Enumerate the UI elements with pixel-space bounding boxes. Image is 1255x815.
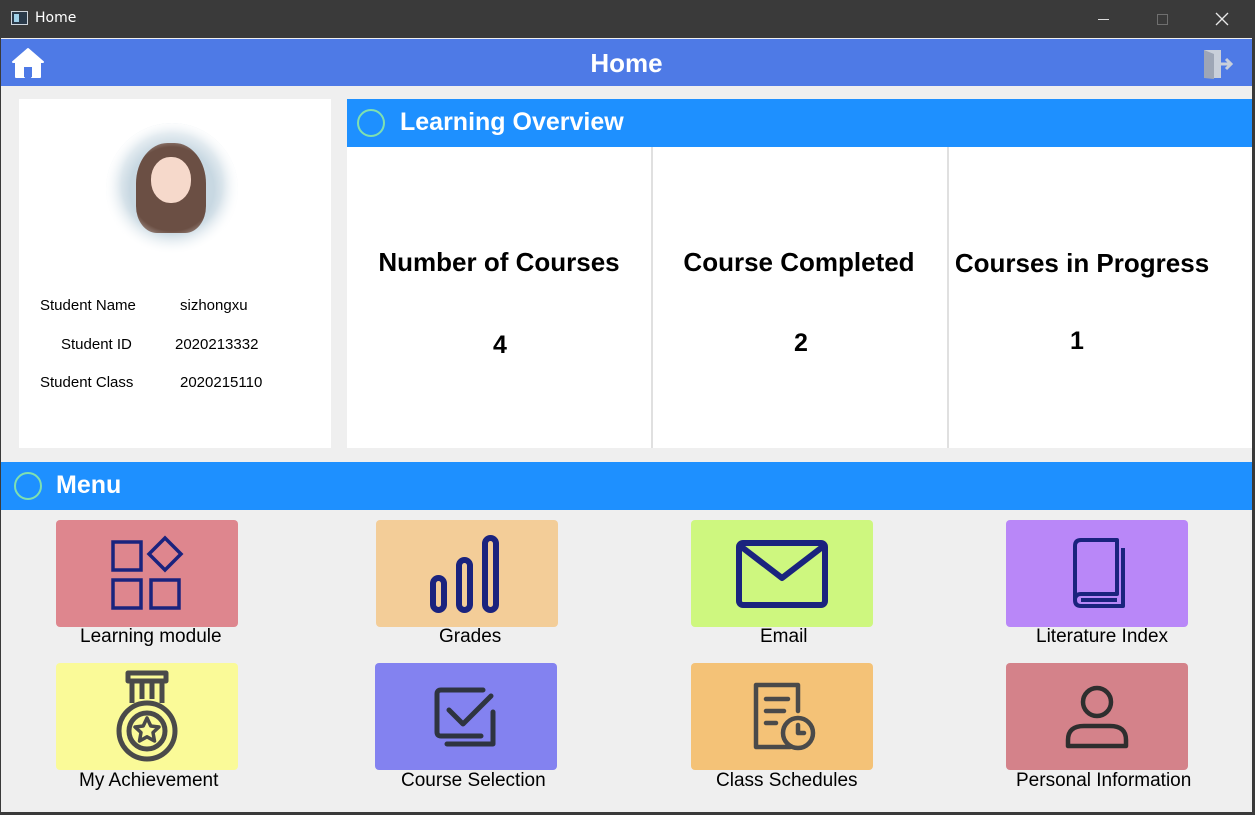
page-title: Home xyxy=(590,48,663,78)
stat-value-completed: 2 xyxy=(794,329,808,357)
menu-label-literature-index[interactable]: Literature Index xyxy=(1036,626,1168,648)
header-bar: Home xyxy=(1,39,1252,86)
menu-tile-course-selection[interactable] xyxy=(375,663,557,770)
stat-label-courses: Number of Courses xyxy=(378,247,620,277)
circle-icon xyxy=(14,472,42,500)
menu-label-grades[interactable]: Grades xyxy=(439,626,501,648)
student-class-label: Student Class xyxy=(40,374,134,391)
menu-tile-personal-information[interactable] xyxy=(1006,663,1188,770)
menu-label-email[interactable]: Email xyxy=(760,626,808,648)
stat-divider xyxy=(947,147,949,448)
student-name-value: sizhongxu xyxy=(180,297,248,314)
menu-tile-grades[interactable] xyxy=(376,520,558,627)
menu-label-my-achievement[interactable]: My Achievement xyxy=(79,770,218,792)
student-id-value: 2020213332 xyxy=(175,336,259,353)
book-icon xyxy=(1073,537,1125,608)
overview-title: Learning Overview xyxy=(400,108,624,136)
menu-header: Menu xyxy=(1,462,1252,510)
medal-icon xyxy=(116,670,178,761)
bar-chart-icon xyxy=(430,534,499,613)
close-icon xyxy=(1215,12,1228,26)
menu-tile-class-schedules[interactable] xyxy=(691,663,873,770)
menu-tile-my-achievement[interactable] xyxy=(56,663,238,770)
menu-title: Menu xyxy=(56,471,122,499)
exit-door-icon xyxy=(1204,50,1234,79)
circle-icon xyxy=(357,109,385,137)
student-name-label: Student Name xyxy=(40,297,136,314)
student-class-value: 2020215110 xyxy=(180,374,263,391)
student-id-label: Student ID xyxy=(61,336,132,353)
app-icon xyxy=(11,11,28,25)
maximize-button[interactable] xyxy=(1133,0,1192,38)
menu-label-learning-module[interactable]: Learning module xyxy=(80,626,222,648)
close-button[interactable] xyxy=(1192,0,1251,38)
schedule-icon xyxy=(753,682,816,750)
minimize-icon xyxy=(1098,18,1109,20)
user-icon xyxy=(1065,685,1129,748)
stat-divider xyxy=(651,147,653,448)
maximize-icon xyxy=(1157,13,1168,25)
avatar xyxy=(106,123,238,255)
main-window: Home Student Name sizhongxu Student ID 2… xyxy=(1,38,1252,812)
stat-label-in-progress: Courses in Progress xyxy=(954,248,1210,278)
menu-label-class-schedules[interactable]: Class Schedules xyxy=(716,770,858,792)
menu-label-course-selection[interactable]: Course Selection xyxy=(401,770,546,792)
student-card: Student Name sizhongxu Student ID 202021… xyxy=(19,99,331,448)
menu-tile-learning-module[interactable] xyxy=(56,520,238,627)
overview-header: Learning Overview xyxy=(347,99,1252,147)
menu-label-personal-information[interactable]: Personal Information xyxy=(1016,770,1191,792)
overview-stats: Number of Courses 4 Course Completed 2 C… xyxy=(347,147,1252,448)
window-titlebar: Home xyxy=(0,0,1255,38)
stat-value-in-progress: 1 xyxy=(1070,327,1084,355)
stat-value-courses: 4 xyxy=(493,331,507,359)
menu-tile-literature-index[interactable] xyxy=(1006,520,1188,627)
grid-icon xyxy=(111,535,184,610)
stat-label-completed: Course Completed xyxy=(683,247,915,277)
envelope-icon xyxy=(736,539,828,608)
minimize-button[interactable] xyxy=(1074,0,1133,38)
checkbox-icon xyxy=(434,687,496,746)
window-title: Home xyxy=(35,10,77,26)
menu-tile-email[interactable] xyxy=(691,520,873,627)
logout-button[interactable] xyxy=(1201,48,1235,80)
